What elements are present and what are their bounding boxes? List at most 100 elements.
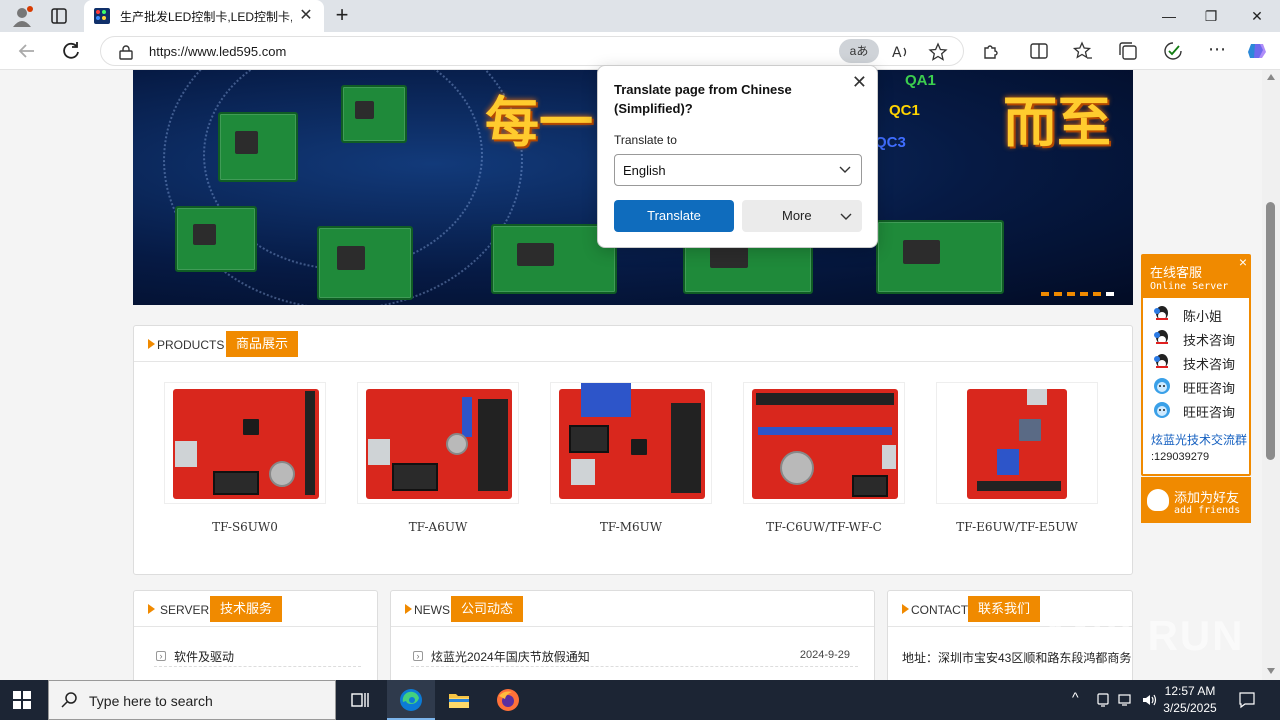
window-close-icon[interactable]: ✕ [1234, 0, 1280, 32]
product-name[interactable]: TF-A6UW [357, 520, 519, 534]
taskbar-search[interactable]: Type here to search [48, 680, 336, 720]
lock-icon[interactable] [119, 44, 133, 60]
chevron-down-icon[interactable] [840, 210, 852, 222]
banner-dot[interactable] [1093, 292, 1101, 296]
banner-dot-active[interactable] [1106, 292, 1114, 296]
back-icon[interactable] [14, 38, 40, 64]
service-contact-label[interactable]: 陈小姐 [1183, 306, 1222, 325]
service-contact-label[interactable]: 技术咨询 [1183, 330, 1235, 349]
banner-dot[interactable] [1080, 292, 1088, 296]
qq-group-label[interactable]: 炫蓝光技术交流群 [1151, 433, 1247, 447]
tab-actions-icon[interactable] [50, 7, 68, 25]
refresh-icon[interactable] [58, 38, 84, 64]
notifications-icon[interactable] [1238, 691, 1256, 709]
product-image[interactable] [550, 382, 712, 504]
extensions-icon[interactable] [980, 40, 1002, 62]
restore-icon[interactable]: ❐ [1188, 0, 1234, 32]
firefox-icon [497, 689, 519, 711]
folder-icon [449, 694, 469, 708]
product-image[interactable] [357, 382, 519, 504]
taskbar-firefox[interactable] [484, 680, 532, 720]
minimize-icon[interactable]: — [1146, 0, 1192, 32]
add-friend-button[interactable]: 添加为好友 add friends [1141, 477, 1251, 523]
tab-bar: 生产批发LED控制卡,LED控制卡,G ✕ + — ❐ ✕ [0, 0, 1280, 32]
list-item[interactable]: › 软件及驱动 [154, 647, 361, 667]
more-button-label[interactable]: More [782, 200, 812, 232]
copilot-icon[interactable] [1246, 40, 1268, 62]
product-card[interactable]: TF-S6UW0 [164, 382, 326, 534]
translate-indicator-icon[interactable]: aあ [839, 39, 879, 63]
product-card[interactable]: TF-M6UW [550, 382, 712, 534]
search-placeholder[interactable]: Type here to search [89, 693, 213, 709]
products-title-cn[interactable]: 商品展示 [226, 331, 299, 357]
banner-dot[interactable] [1067, 292, 1075, 296]
online-service-close-icon[interactable]: × [1239, 254, 1247, 270]
network-icon[interactable] [1118, 693, 1134, 707]
product-image[interactable] [936, 382, 1098, 504]
favorites-icon[interactable] [1072, 40, 1094, 62]
taskbar-file-explorer[interactable] [435, 680, 483, 720]
language-select-value[interactable]: English [623, 163, 666, 178]
service-contact-label[interactable]: 旺旺咨询 [1183, 378, 1235, 397]
split-screen-icon[interactable] [1028, 40, 1050, 62]
address-bar[interactable]: https://www.led595.com aあ A [100, 36, 964, 66]
language-select[interactable]: English [614, 154, 862, 186]
product-card[interactable]: TF-C6UW/TF-WF-C [743, 382, 905, 534]
qq-icon [1154, 306, 1168, 320]
scroll-down-icon[interactable] [1267, 668, 1275, 674]
news-title-cn[interactable]: 公司动态 [451, 596, 524, 622]
collections-icon[interactable] [1117, 40, 1139, 62]
read-aloud-icon[interactable]: A [889, 41, 911, 63]
new-tab-icon[interactable]: + [330, 4, 354, 28]
windows-start-icon[interactable] [12, 690, 32, 710]
add-friend-label[interactable]: 添加为好友 [1174, 487, 1239, 506]
tab-title: 生产批发LED控制卡,LED控制卡,G [120, 10, 292, 24]
product-image[interactable] [164, 382, 326, 504]
task-view-button[interactable] [336, 680, 384, 720]
product-image[interactable] [743, 382, 905, 504]
product-name[interactable]: TF-C6UW/TF-WF-C [743, 520, 905, 534]
service-contact-label[interactable]: 旺旺咨询 [1183, 402, 1235, 421]
scroll-thumb[interactable] [1266, 202, 1275, 460]
arrow-icon [148, 339, 155, 349]
clock-time: 12:57 AM [1164, 684, 1216, 698]
contact-title-en: CONTACT [911, 603, 969, 617]
translate-close-icon[interactable]: ✕ [852, 72, 867, 93]
system-clock[interactable]: 12:57 AM 3/25/2025 [1140, 683, 1240, 717]
list-item[interactable]: › 炫蓝光2024年国庆节放假通知 2024-9-29 [411, 647, 858, 667]
product-card[interactable]: TF-E6UW/TF-E5UW [936, 382, 1098, 534]
chevron-down-icon[interactable] [839, 163, 851, 175]
banner-pagination[interactable] [1041, 283, 1119, 301]
more-button[interactable]: More [742, 200, 862, 232]
banner-dot[interactable] [1054, 292, 1062, 296]
qq-group-info[interactable]: 炫蓝光技术交流群 :129039279 [1151, 432, 1247, 465]
page-scrollbar[interactable] [1262, 70, 1280, 680]
url-text[interactable]: https://www.led595.com [149, 44, 286, 59]
news-headline[interactable]: 炫蓝光2024年国庆节放假通知 [431, 648, 590, 665]
banner-dot[interactable] [1041, 292, 1049, 296]
settings-more-icon[interactable]: ⋯ [1206, 40, 1228, 62]
profile-icon[interactable] [10, 5, 34, 27]
scroll-up-icon[interactable] [1267, 74, 1275, 80]
product-name[interactable]: TF-S6UW0 [164, 520, 326, 534]
translate-button[interactable]: Translate [614, 200, 734, 232]
contact-title-cn[interactable]: 联系我们 [968, 596, 1041, 622]
favorite-star-icon[interactable] [927, 41, 949, 63]
svg-text:A: A [892, 45, 902, 61]
translate-title: Translate page from Chinese (Simplified)… [614, 82, 792, 116]
device-icon[interactable] [1096, 693, 1110, 707]
show-hidden-icons[interactable]: ^ [1072, 689, 1079, 705]
product-card[interactable]: TF-A6UW [357, 382, 519, 534]
product-name[interactable]: TF-M6UW [550, 520, 712, 534]
browser-essentials-icon[interactable] [1162, 40, 1184, 62]
active-tab[interactable]: 生产批发LED控制卡,LED控制卡,G ✕ [84, 0, 324, 32]
bullet-icon: › [413, 651, 423, 661]
service-contact-label[interactable]: 技术咨询 [1183, 354, 1235, 373]
news-section: NEWS 公司动态 › 炫蓝光2024年国庆节放假通知 2024-9-29 [390, 590, 875, 680]
online-service-list: 陈小姐 技术咨询 技术咨询 旺旺咨询 旺旺咨询 炫蓝光技术交流群 :129039… [1143, 298, 1249, 474]
list-item-text[interactable]: 软件及驱动 [174, 648, 234, 665]
tab-close-icon[interactable]: ✕ [296, 6, 316, 26]
server-title-cn[interactable]: 技术服务 [210, 596, 283, 622]
taskbar-edge[interactable] [387, 680, 435, 720]
product-name[interactable]: TF-E6UW/TF-E5UW [936, 520, 1098, 534]
